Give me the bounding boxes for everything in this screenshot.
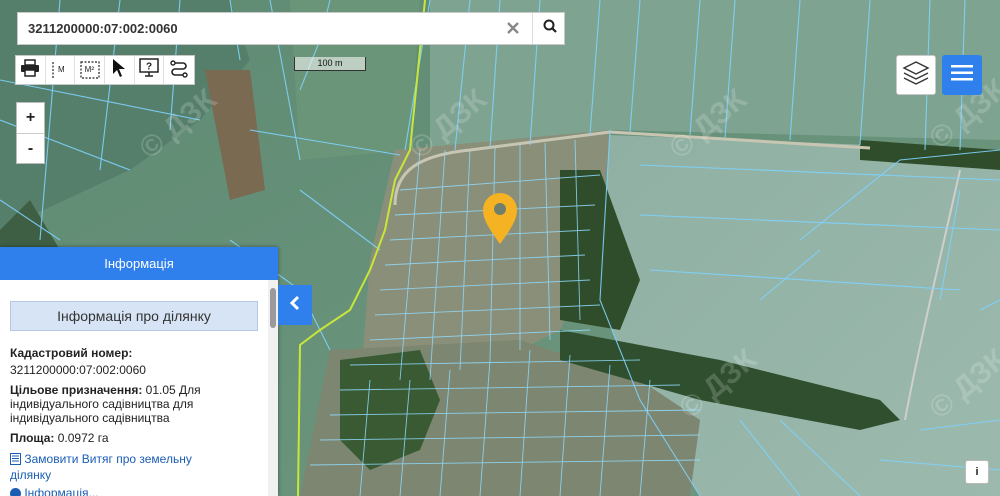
measure-area-button[interactable]: M² [75, 56, 106, 84]
area-value: 0.0972 га [54, 431, 109, 445]
order-extract-link[interactable]: Замовити Витяг про земельну ділянку [10, 452, 258, 482]
cadastral-number-label: Кадастровий номер: [10, 346, 133, 360]
info-circle-icon [10, 488, 21, 496]
info-panel-body: Інформація про ділянку Кадастровий номер… [0, 280, 268, 496]
svg-text:?: ? [146, 61, 152, 72]
purpose-label: Цільове призначення: [10, 383, 143, 397]
pointer-icon [112, 58, 126, 83]
area-label: Площа: [10, 431, 55, 445]
zoom-control: + - [16, 102, 45, 164]
route-icon [169, 58, 189, 83]
measure-area-icon: M² [79, 60, 101, 80]
about-button[interactable]: i [965, 460, 989, 484]
measure-length-icon: M [50, 60, 70, 80]
chevron-left-icon [289, 295, 301, 316]
parcel-info-title: Інформація про ділянку [10, 301, 258, 331]
search-button[interactable] [532, 13, 566, 44]
measure-area-label: M² [84, 65, 94, 74]
cadastral-number-value: 3211200000:07:002:0060 [10, 363, 146, 377]
route-button[interactable] [164, 56, 194, 84]
menu-button[interactable] [942, 55, 982, 95]
purpose-value: 01.05 Для [142, 383, 201, 397]
info-panel: Інформація Інформація про ділянку Кадаст… [0, 247, 278, 496]
scale-bar: 100 m [294, 57, 366, 71]
area-row: Площа: 0.0972 га [10, 431, 258, 445]
clear-search-button[interactable] [498, 13, 528, 44]
search-icon [543, 19, 557, 38]
print-button[interactable] [16, 56, 46, 84]
zoom-out-button[interactable]: - [17, 134, 44, 164]
zoom-in-button[interactable]: + [17, 103, 44, 134]
layers-button[interactable] [896, 55, 936, 95]
select-pointer-button[interactable] [105, 56, 135, 84]
purpose-value-line: індивідуального садівництва для [10, 397, 194, 411]
hamburger-menu-icon [951, 64, 973, 87]
search-bar [17, 12, 565, 45]
map-toolbar: M M² ? [15, 55, 195, 85]
layers-icon [902, 60, 930, 91]
close-icon [507, 17, 519, 40]
print-icon [20, 58, 40, 82]
more-info-link[interactable]: Інформація... [10, 486, 258, 496]
search-input[interactable] [18, 13, 498, 44]
help-button[interactable]: ? [135, 56, 165, 84]
info-scrollbar[interactable] [268, 280, 278, 496]
info-panel-header: Інформація [0, 247, 278, 280]
help-icon: ? [138, 57, 160, 83]
measure-length-label: M [58, 65, 65, 74]
document-icon [10, 453, 21, 468]
purpose-row: Цільове призначення: 01.05 Для [10, 383, 258, 397]
measure-length-button[interactable]: M [46, 56, 76, 84]
collapse-panel-button[interactable] [278, 285, 312, 325]
scrollbar-thumb[interactable] [270, 288, 276, 328]
purpose-value-line: індивідуального садівництва [10, 411, 170, 425]
